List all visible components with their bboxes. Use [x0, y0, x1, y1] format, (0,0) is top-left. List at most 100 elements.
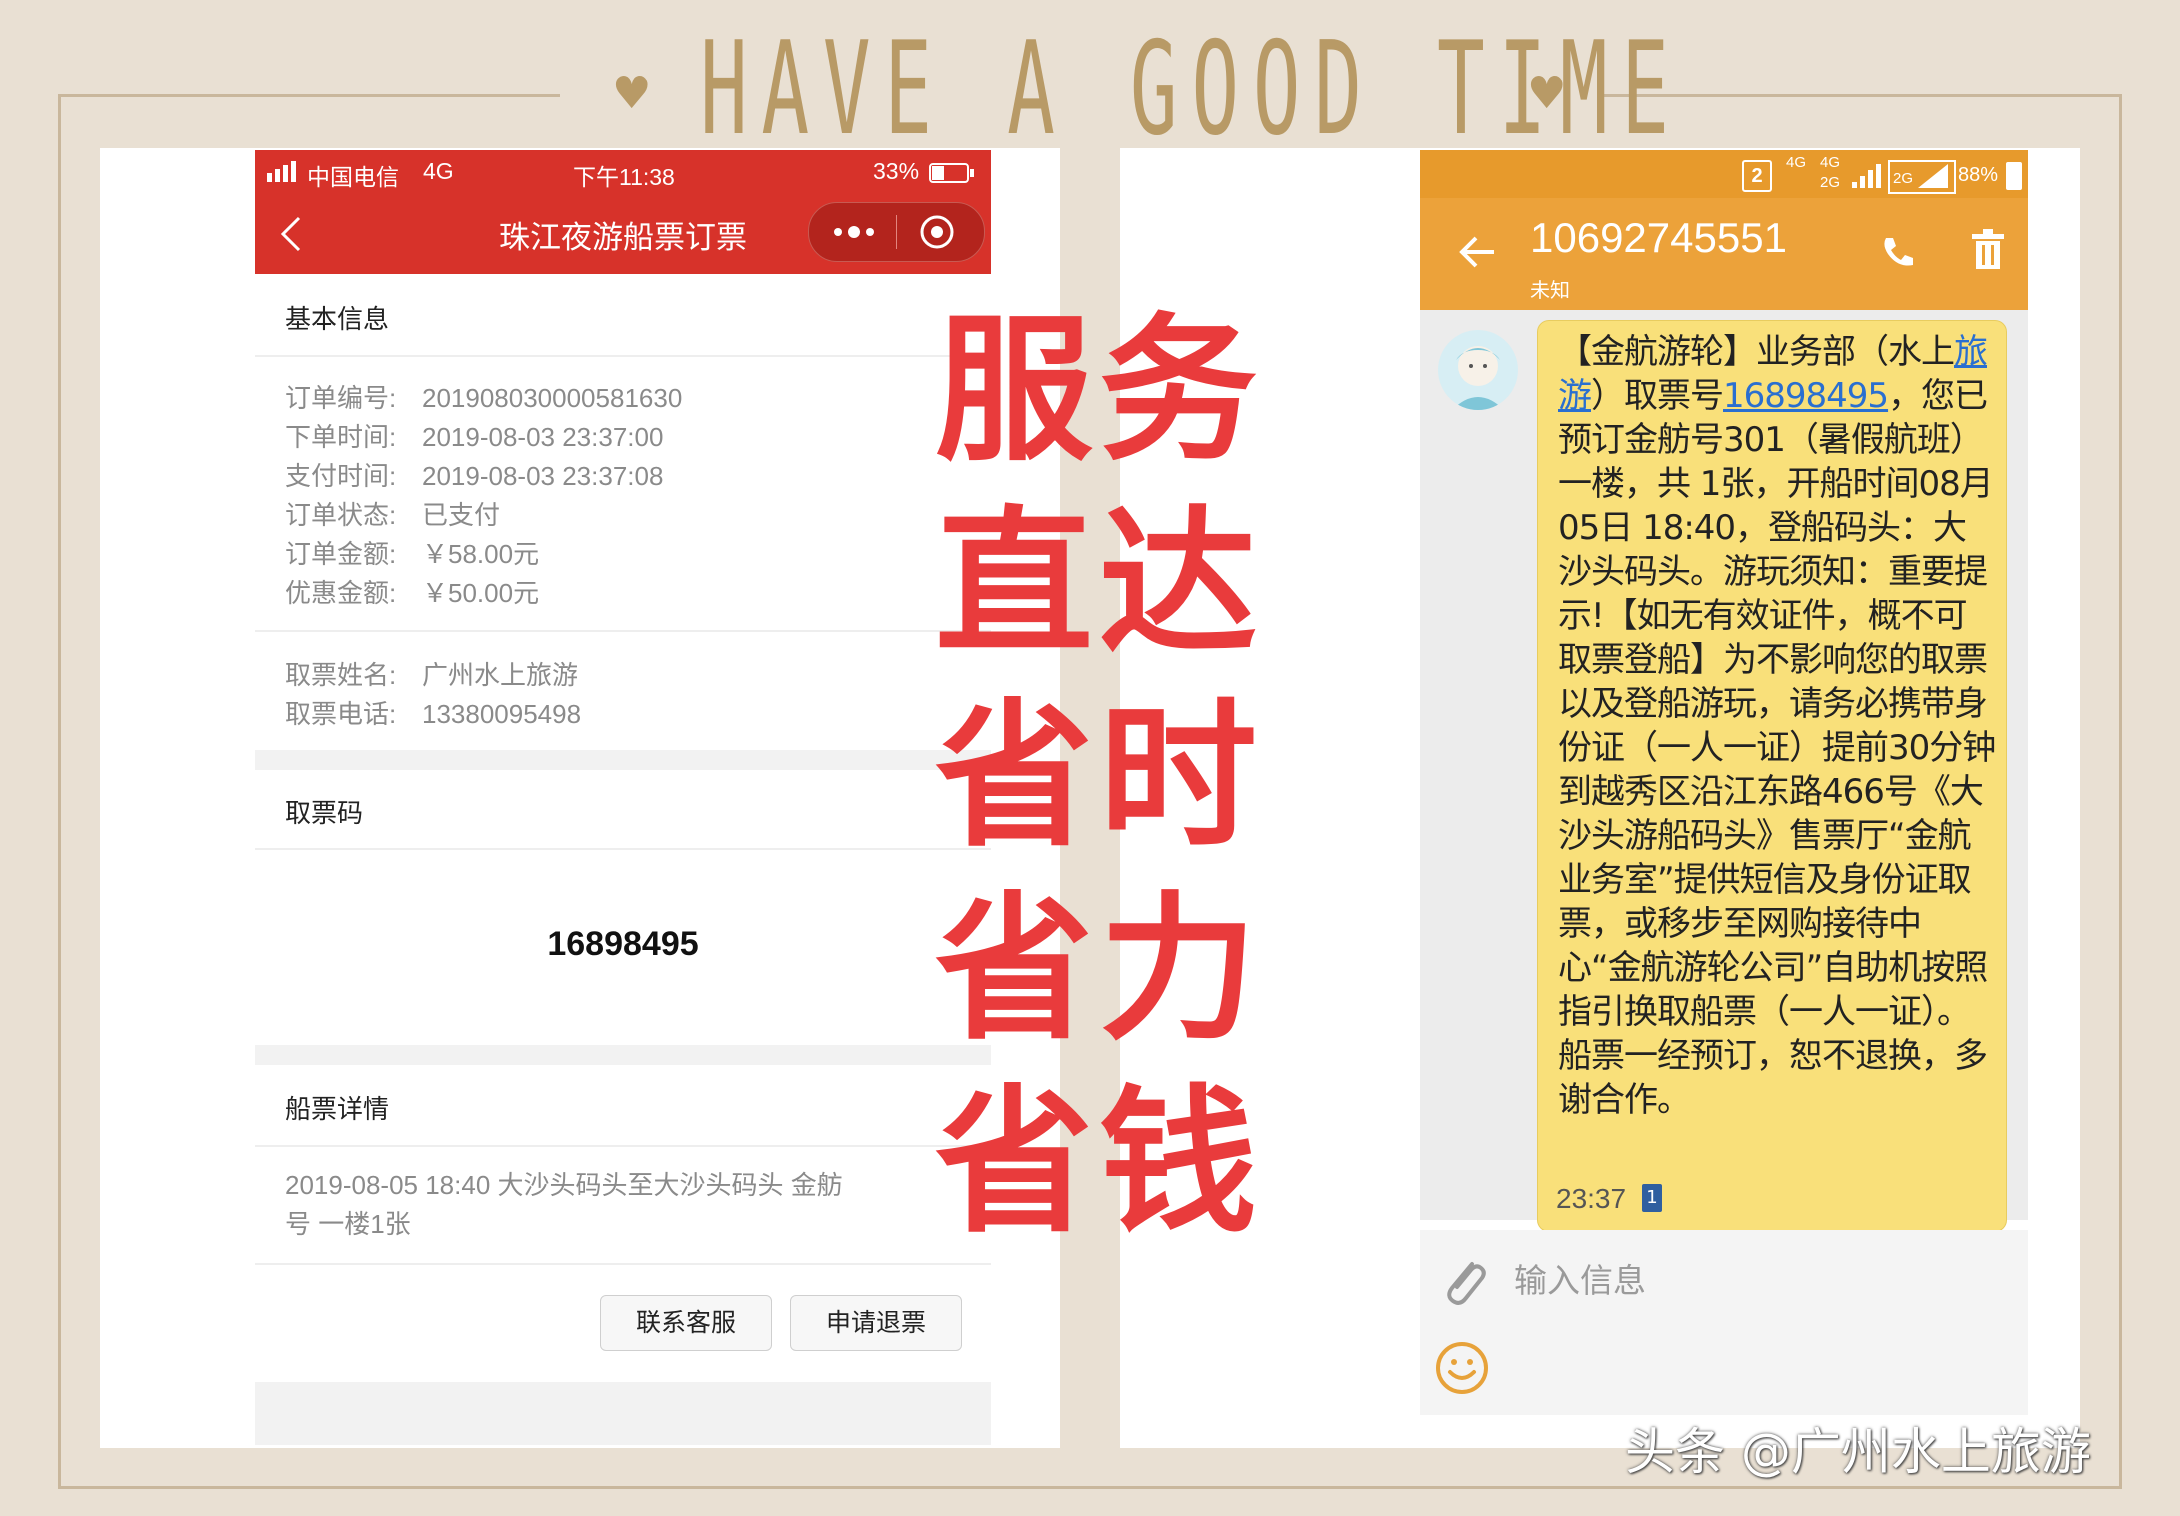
mini-program-capsule [808, 202, 985, 262]
signal-icon [1850, 158, 1886, 190]
network-label: 4G [1820, 154, 1841, 171]
target-icon [920, 215, 954, 249]
page-bottom [255, 1382, 991, 1445]
ticket-detail-line: 2019-08-05 18:40 大沙头码头至大沙头码头 金舫 [285, 1170, 843, 1200]
frame-top-left [58, 94, 560, 97]
heart-icon: ♥ [612, 68, 652, 119]
info-row: 订单金额: ￥58.00元 [285, 534, 539, 571]
slogan-line: 直达 [935, 492, 1263, 676]
info-value: 201908030000581630 [422, 383, 683, 413]
frame-bottom [58, 1486, 2122, 1489]
clock-label: 下午11:38 [573, 164, 675, 190]
info-row: 订单状态: 已支付 [285, 495, 500, 532]
back-button[interactable] [1458, 232, 1498, 272]
trash-icon [1972, 229, 2004, 269]
heart-icon: ♥ [1527, 68, 1567, 119]
info-key: 订单金额: [285, 539, 397, 569]
signal-icon [1916, 162, 1950, 190]
message-time: 23:37 [1556, 1183, 1627, 1214]
info-row: 支付时间: 2019-08-03 23:37:08 [285, 456, 663, 493]
info-value: 2019-08-03 23:37:00 [422, 422, 664, 452]
info-value: 13380095498 [422, 699, 582, 729]
arrow-left-icon [1459, 236, 1494, 268]
divider [255, 630, 991, 632]
capsule-divider [896, 215, 897, 249]
sms-screen: 2 4G 4G 2G 2G 88% 10692745551 未知 【金航游轮】业… [1420, 150, 2028, 1415]
slogan-line: 省力 [935, 878, 1263, 1062]
info-key: 优惠金额: [285, 578, 397, 608]
frame-right [2119, 94, 2122, 1489]
divider [255, 848, 991, 850]
more-button[interactable] [829, 219, 879, 245]
section-title-code: 取票码 [285, 798, 364, 828]
ticket-detail-line: 号 一楼1张 [285, 1209, 411, 1239]
sim-badge: 2 [1742, 160, 1772, 192]
page-title: HAVE A GOOD TIME [700, 15, 1683, 164]
divider [255, 1145, 991, 1147]
message-text[interactable]: 【金航游轮】业务部（水上旅游）取票号16898495，您已预订金舫号301（暑假… [1558, 330, 1998, 1122]
nav-bar: 珠江夜游船票订票 [255, 192, 991, 274]
apply-refund-button[interactable]: 申请退票 [790, 1295, 962, 1351]
delete-button[interactable] [1968, 228, 2008, 272]
slogan-line: 省时 [935, 685, 1263, 869]
sender-label: 未知 [1530, 278, 1570, 302]
network-label: 2G [1820, 174, 1841, 191]
emoji-button[interactable] [1434, 1340, 1490, 1396]
battery-icon [2006, 162, 2022, 190]
info-row: 取票电话: 13380095498 [285, 694, 581, 731]
avatar [1438, 330, 1518, 410]
message-part: ，您已预订金舫号301（暑假航班）一楼，共 1张，开船时间08月05日 18:4… [1558, 376, 1996, 1120]
info-value: 2019-08-03 23:37:08 [422, 461, 664, 491]
attach-button[interactable] [1438, 1254, 1488, 1310]
divider [255, 1263, 991, 1265]
section-title-basic-info: 基本信息 [285, 304, 390, 334]
section-title-ticket: 船票详情 [285, 1094, 390, 1124]
info-key: 取票姓名: [285, 660, 397, 690]
carrier-label: 中国电信 [307, 164, 399, 190]
more-dots-icon [834, 226, 874, 238]
sim-badge: 1 [1642, 1184, 1662, 1212]
message-link-code[interactable]: 16898495 [1723, 376, 1889, 416]
message-part: 【金航游轮】业务部（水上 [1558, 332, 1955, 372]
message-part: ）取票号 [1591, 376, 1724, 416]
divider [255, 355, 991, 357]
battery-icon [929, 162, 974, 183]
network-label: 4G [423, 158, 454, 184]
info-key: 支付时间: [285, 461, 397, 491]
battery-label: 33% [873, 158, 920, 184]
info-key: 取票电话: [285, 699, 397, 729]
info-row: 优惠金额: ￥50.00元 [285, 573, 539, 610]
info-key: 下单时间: [285, 422, 397, 452]
info-key: 订单编号: [285, 383, 397, 413]
frame-left [58, 94, 61, 1489]
pickup-code: 16898495 [547, 925, 699, 963]
section-gap [255, 750, 991, 770]
info-row: 取票姓名: 广州水上旅游 [285, 655, 578, 692]
network-label: 4G [1786, 154, 1807, 171]
sender-number: 10692745551 [1530, 214, 1787, 261]
signal-icon [267, 160, 301, 182]
info-row: 订单编号: 201908030000581630 [285, 378, 682, 415]
phone-icon [1884, 238, 1913, 266]
status-bar: 2 4G 4G 2G 2G 88% [1420, 150, 2028, 198]
message-input[interactable]: 输入信息 [1514, 1254, 1646, 1302]
slogan-line: 服务 [935, 299, 1263, 483]
smiley-icon [1436, 1342, 1488, 1394]
compose-bar: 输入信息 [1420, 1230, 2028, 1415]
network-label: 2G [1893, 170, 1914, 187]
battery-label: 88% [1958, 164, 1999, 186]
conversation-header: 10692745551 未知 [1420, 198, 2028, 310]
info-value: ￥50.00元 [422, 578, 540, 608]
info-row: 下单时间: 2019-08-03 23:37:00 [285, 417, 663, 454]
info-value: ￥58.00元 [422, 539, 540, 569]
info-value: 已支付 [422, 500, 501, 530]
watermark: 头条 @广州水上旅游 [1625, 1423, 2091, 1481]
slogan-line: 省钱 [935, 1071, 1263, 1255]
contact-service-button[interactable]: 联系客服 [600, 1295, 772, 1351]
info-value: 广州水上旅游 [422, 660, 579, 690]
section-gap [255, 1045, 991, 1065]
status-bar: 中国电信 4G 下午11:38 33% [255, 150, 991, 192]
call-button[interactable] [1878, 232, 1918, 272]
close-button[interactable] [917, 213, 957, 253]
order-screen: 中国电信 4G 下午11:38 33% 珠江夜游船票订票 基本信息 订单编号: 2… [255, 150, 991, 1445]
